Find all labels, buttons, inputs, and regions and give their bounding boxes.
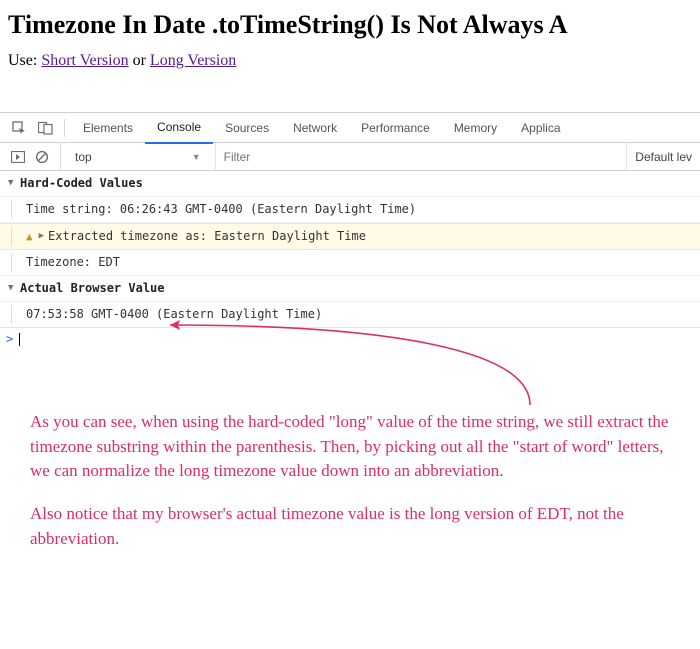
long-version-link[interactable]: Long Version [150,52,236,69]
tab-network[interactable]: Network [281,113,349,143]
devtools-tabbar: Elements Console Sources Network Perform… [0,113,700,143]
page-title: Timezone In Date .toTimeString() Is Not … [0,0,700,52]
log-level-selector[interactable]: Default lev [626,143,700,171]
prompt-caret-icon: > [6,332,13,346]
toolbar-divider [64,119,65,137]
console-prompt[interactable]: > [0,328,700,350]
tab-console[interactable]: Console [145,113,213,144]
text-cursor [19,333,20,346]
console-sidebar-controls [0,143,61,171]
inspect-icon[interactable] [6,113,32,143]
context-value: top [75,150,92,164]
annotation-text: As you can see, when using the hard-code… [30,410,670,569]
tab-application[interactable]: Applica [509,113,572,143]
indent-guide [11,253,12,272]
group-title: Actual Browser Value [20,279,165,298]
disclosure-triangle-icon[interactable]: ▼ [8,174,18,193]
console-output: ▼ Hard-Coded Values Time string: 06:26:4… [0,171,700,350]
group-title: Hard-Coded Values [20,174,143,193]
console-log-row: Timezone: EDT [0,250,700,276]
chevron-down-icon: ▼ [192,152,201,162]
clear-console-icon[interactable] [30,150,54,164]
console-group-header[interactable]: ▼ Hard-Coded Values [0,171,700,197]
tab-performance[interactable]: Performance [349,113,442,143]
indent-guide [11,227,12,246]
short-version-link[interactable]: Short Version [41,52,128,69]
indent-guide [11,200,12,219]
tab-memory[interactable]: Memory [442,113,509,143]
disclosure-triangle-icon[interactable]: ▼ [8,279,18,298]
expand-triangle-icon[interactable]: ▶ [39,227,44,246]
log-text: Time string: 06:26:43 GMT-0400 (Eastern … [26,200,416,219]
use-label: Use: [8,52,41,69]
device-toggle-icon[interactable] [32,113,58,143]
console-warn-row: ▲ ▶ Extracted timezone as: Eastern Dayli… [0,223,700,250]
log-text: Extracted timezone as: Eastern Daylight … [48,227,366,246]
annotation-p2: Also notice that my browser's actual tim… [30,502,670,551]
sidebar-toggle-icon[interactable] [6,151,30,163]
use-line: Use: Short Version or Long Version [0,52,700,84]
devtools-panel: Elements Console Sources Network Perform… [0,112,700,350]
console-group-header[interactable]: ▼ Actual Browser Value [0,276,700,302]
warning-icon: ▲ [26,227,33,246]
console-log-row: Time string: 06:26:43 GMT-0400 (Eastern … [0,197,700,223]
devtools-tabs: Elements Console Sources Network Perform… [71,113,573,143]
console-subbar: top ▼ Default lev [0,143,700,171]
tab-sources[interactable]: Sources [213,113,281,143]
annotation-p1: As you can see, when using the hard-code… [30,410,670,484]
indent-guide [11,305,12,324]
tab-elements[interactable]: Elements [71,113,145,143]
context-selector[interactable]: top ▼ [61,143,216,171]
log-text: Timezone: EDT [26,253,120,272]
console-log-row: 07:53:58 GMT-0400 (Eastern Daylight Time… [0,302,700,328]
log-text: 07:53:58 GMT-0400 (Eastern Daylight Time… [26,305,322,324]
filter-input[interactable] [216,143,627,171]
or-text: or [133,52,150,69]
